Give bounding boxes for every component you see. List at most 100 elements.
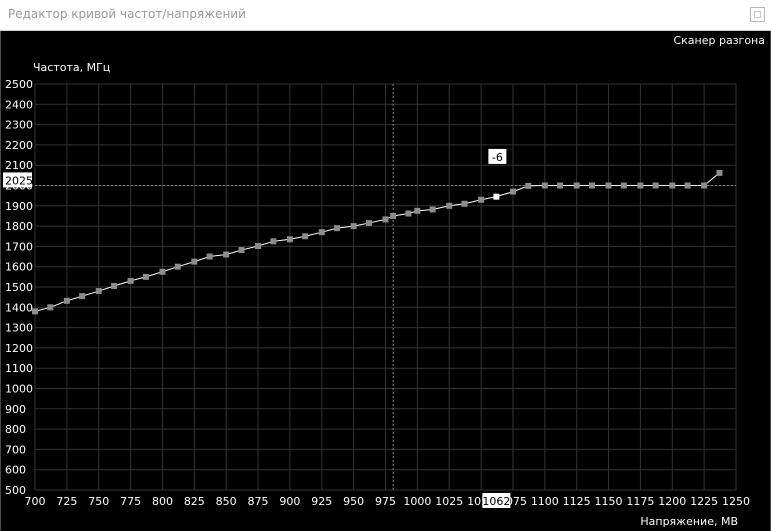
curve-point[interactable]: [270, 238, 277, 245]
y-tick-label: 2100: [5, 159, 33, 172]
x-value-marker-box: [482, 493, 511, 508]
window-title: Редактор кривой частот/напряжений: [8, 7, 246, 21]
y-tick-label: 2300: [5, 119, 33, 132]
curve-point[interactable]: [223, 251, 230, 258]
x-tick-label: 1150: [595, 495, 623, 508]
curve-point[interactable]: [588, 182, 595, 189]
curve-point[interactable]: [142, 273, 149, 280]
y-tick-label: 1400: [5, 301, 33, 314]
x-tick-label: 700: [25, 495, 46, 508]
y-tick-label: 1100: [5, 362, 33, 375]
x-tick-label: 1225: [690, 495, 718, 508]
vf-curve-line: [34, 172, 720, 312]
curve-point[interactable]: [509, 188, 516, 195]
y-tick-label: 2500: [5, 78, 33, 91]
y-tick-label: 2000: [5, 180, 33, 193]
curve-point[interactable]: [32, 308, 38, 315]
curve-point[interactable]: [478, 196, 485, 203]
y-tick-label: 800: [5, 423, 26, 436]
x-tick-label: 1200: [658, 495, 686, 508]
y-tick-label: 900: [5, 403, 26, 416]
curve-point[interactable]: [557, 182, 564, 189]
y-tick-label: 1200: [5, 342, 33, 355]
y-tick-label: 2400: [5, 98, 33, 111]
curve-point[interactable]: [47, 304, 54, 311]
curve-point[interactable]: [525, 182, 532, 189]
y-tick-label: 1900: [5, 200, 33, 213]
x-tick-label: 1000: [403, 495, 431, 508]
y-tick-label: 600: [5, 464, 26, 477]
x-value-marker: 1062: [482, 495, 510, 508]
curve-point[interactable]: [255, 242, 262, 249]
offset-tooltip-box: [488, 148, 507, 164]
curve-point[interactable]: [334, 225, 341, 232]
curve-point[interactable]: [716, 169, 723, 176]
curve-point[interactable]: [302, 233, 309, 240]
x-tick-label: 1100: [531, 495, 559, 508]
x-axis-label: Напряжение, МВ: [640, 515, 738, 528]
curve-point[interactable]: [620, 182, 627, 189]
curve-point[interactable]: [111, 282, 118, 289]
x-tick-label: 750: [88, 495, 109, 508]
curve-point[interactable]: [652, 182, 659, 189]
curve-point[interactable]: [669, 182, 676, 189]
x-tick-label: 1250: [722, 495, 750, 508]
curve-point[interactable]: [127, 277, 134, 284]
x-tick-label: 1125: [563, 495, 591, 508]
x-tick-label: 850: [216, 495, 237, 508]
curve-point[interactable]: [461, 200, 468, 207]
curve-point[interactable]: [286, 236, 293, 243]
y-tick-label: 700: [5, 443, 26, 456]
y-value-marker: 2025: [5, 174, 33, 187]
curve-point[interactable]: [238, 247, 245, 254]
y-tick-label: 1300: [5, 322, 33, 335]
curve-point[interactable]: [637, 182, 644, 189]
x-tick-label: 875: [248, 495, 269, 508]
curve-point[interactable]: [701, 182, 708, 189]
y-tick-label: 2200: [5, 139, 33, 152]
curve-point[interactable]: [350, 223, 357, 230]
y-tick-label: 1800: [5, 220, 33, 233]
curve-point[interactable]: [390, 212, 397, 219]
offset-tooltip: -6: [492, 151, 503, 164]
curve-point[interactable]: [79, 293, 86, 300]
curve-point[interactable]: [365, 220, 372, 227]
curve-point[interactable]: [541, 182, 548, 189]
curve-point[interactable]: [191, 258, 198, 265]
x-tick-label: 1175: [626, 495, 654, 508]
vf-curve-chart[interactable]: Частота, МГц Напряжение, МВ 500 600 700 800…: [0, 0, 771, 531]
curve-point[interactable]: [446, 202, 453, 209]
y-tick-label: 1600: [5, 261, 33, 274]
x-tick-label: 925: [311, 495, 332, 508]
selected-curve-point[interactable]: [493, 193, 500, 200]
curve-point[interactable]: [414, 207, 421, 214]
x-tick-label: 775: [120, 495, 141, 508]
curve-point[interactable]: [318, 229, 325, 236]
y-tick-label: 500: [5, 484, 26, 497]
toolbar: Сканер разгона: [0, 31, 771, 51]
y-value-marker-box: [3, 172, 32, 188]
curve-point[interactable]: [684, 182, 691, 189]
curve-point[interactable]: [429, 206, 436, 213]
x-tick-label: 900: [279, 495, 300, 508]
y-axis-label: Частота, МГц: [33, 61, 110, 74]
x-tick-label: 975: [375, 495, 396, 508]
window-titlebar: Редактор кривой частот/напряжений: [0, 0, 771, 31]
curve-point[interactable]: [206, 253, 213, 260]
window-left-border: [0, 31, 1, 531]
x-tick-label: 1050: [467, 495, 495, 508]
x-tick-label: 950: [343, 495, 364, 508]
y-tick-label: 1000: [5, 383, 33, 396]
x-tick-label: 1025: [435, 495, 463, 508]
curve-point[interactable]: [405, 210, 412, 217]
curve-point[interactable]: [159, 268, 166, 275]
close-icon[interactable]: [750, 7, 765, 22]
curve-point[interactable]: [605, 182, 612, 189]
x-tick-label: 725: [56, 495, 77, 508]
curve-point[interactable]: [174, 263, 181, 270]
overclock-scanner-button[interactable]: Сканер разгона: [673, 34, 765, 47]
curve-point[interactable]: [573, 182, 580, 189]
curve-point[interactable]: [95, 288, 102, 295]
curve-point[interactable]: [382, 216, 389, 223]
curve-point[interactable]: [63, 297, 70, 304]
